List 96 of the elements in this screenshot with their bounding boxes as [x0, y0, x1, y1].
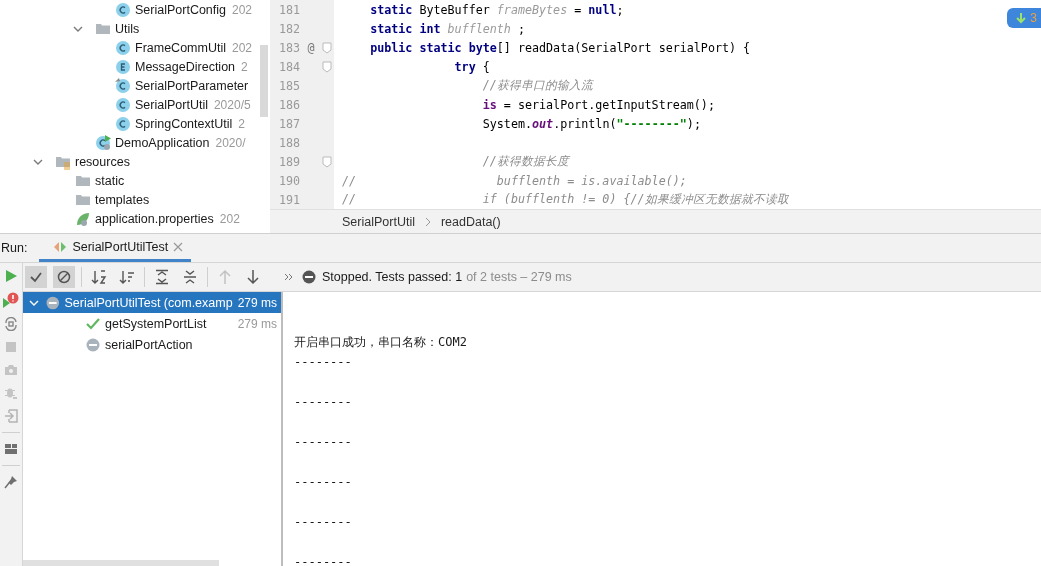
- rerun-failed-icon[interactable]: [3, 292, 19, 308]
- console-line: 开启串口成功，串口名称：COM2: [294, 334, 467, 351]
- line-number: 184: [277, 59, 300, 74]
- line-number: 186: [277, 97, 300, 112]
- test-duration: 279 ms: [237, 316, 278, 331]
- class-icon: [115, 115, 131, 132]
- layout-icon[interactable]: [4, 442, 18, 456]
- tree-item[interactable]: static: [95, 173, 125, 188]
- check-icon: [86, 316, 100, 331]
- line-number: 191: [277, 192, 300, 207]
- file-date: 2: [241, 59, 248, 74]
- chevron-icon: [424, 216, 431, 227]
- override-marker[interactable]: @: [307, 40, 315, 55]
- console-line: --------: [294, 354, 352, 371]
- scrollbar-thumb[interactable]: [260, 45, 268, 117]
- console-line: --------: [294, 514, 352, 531]
- tree-item[interactable]: application.properties: [95, 211, 214, 226]
- tree-item[interactable]: SerialPortUtil: [135, 97, 208, 112]
- tree-item[interactable]: templates: [95, 192, 150, 207]
- code-line: try {: [453, 59, 490, 74]
- import-icon[interactable]: [4, 409, 18, 423]
- tree-item[interactable]: DemoApplication: [115, 135, 210, 150]
- file-date: 2: [238, 116, 245, 131]
- code-line: //获得串口的输入流: [481, 78, 593, 93]
- file-date: 202: [219, 211, 240, 226]
- line-number: 183: [277, 40, 300, 55]
- class-icon: [115, 39, 131, 56]
- class-icon: [115, 77, 131, 94]
- tree-item[interactable]: SerialPortParameter: [135, 78, 249, 93]
- test-summary-detail: of 2 tests – 279 ms: [466, 270, 572, 284]
- test-row[interactable]: getSystemPortList 279 ms: [23, 313, 281, 334]
- code-line: is = serialPort.getInputStream();: [481, 97, 715, 112]
- tree-item[interactable]: MessageDirection: [135, 59, 236, 74]
- console-line: --------: [294, 474, 352, 491]
- class-run-icon: [95, 134, 111, 151]
- code-line: //获得数据长度: [481, 154, 569, 169]
- tree-item[interactable]: resources: [75, 154, 130, 169]
- line-number: 182: [277, 21, 300, 36]
- fold-icon[interactable]: [322, 60, 332, 73]
- code-line: // bufflenth = is.available();: [341, 173, 687, 188]
- collapse-all-icon[interactable]: [182, 269, 198, 285]
- scrollbar-thumb[interactable]: [23, 560, 219, 566]
- file-date: 202: [232, 2, 253, 17]
- line-number: 188: [277, 135, 300, 150]
- line-number: 189: [277, 154, 300, 169]
- console-line: --------: [294, 554, 352, 566]
- down-arrow-icon[interactable]: [245, 269, 261, 285]
- stopped-icon: [302, 270, 316, 284]
- update-count: 3: [1030, 11, 1037, 25]
- code-line: System.out.println("--------");: [481, 116, 701, 131]
- file-date: 2020/: [215, 135, 246, 150]
- test-summary: Stopped. Tests passed: 1: [322, 270, 463, 284]
- class-icon: [115, 1, 131, 18]
- console-line: --------: [294, 394, 352, 411]
- no-entry-icon: [57, 270, 71, 284]
- tree-item[interactable]: SerialPortConfig: [135, 2, 226, 17]
- line-number: 185: [277, 78, 300, 93]
- tree-item[interactable]: FrameCommUtil: [135, 40, 226, 55]
- code-line: public static byte[] readData(SerialPort serialPort) {: [369, 40, 751, 55]
- line-number: 187: [277, 116, 300, 131]
- file-date: 2020/5: [213, 97, 251, 112]
- fold-icon[interactable]: [322, 41, 332, 54]
- pin-icon[interactable]: [4, 475, 18, 489]
- test-duration: 279 ms: [237, 295, 278, 310]
- file-date: 202: [232, 40, 252, 55]
- line-number: 181: [277, 2, 300, 17]
- tree-item[interactable]: Utils: [115, 21, 140, 36]
- stopped-icon: [46, 295, 60, 310]
- fold-icon[interactable]: [322, 155, 332, 168]
- breadcrumb[interactable]: readData(): [440, 214, 501, 229]
- console-line: --------: [294, 434, 352, 451]
- code-line: static ByteBuffer frameBytes = null;: [369, 2, 624, 17]
- close-icon[interactable]: [173, 241, 184, 252]
- tree-item[interactable]: SpringContextUtil: [135, 116, 233, 131]
- test-row[interactable]: SerialPortUtilTest (com.examp 279 ms: [23, 292, 281, 313]
- enum-icon: [115, 58, 131, 75]
- show-ignored-button[interactable]: [53, 266, 75, 288]
- more-icon[interactable]: [284, 273, 294, 281]
- play-icon[interactable]: [4, 269, 18, 283]
- line-number: 190: [277, 173, 300, 188]
- leaf-file-icon: [75, 210, 91, 227]
- sort-alphabetical-icon[interactable]: [91, 269, 107, 285]
- sort-duration-icon[interactable]: [119, 269, 135, 285]
- panel-title: Run:: [0, 240, 29, 257]
- breadcrumb[interactable]: SerialPortUtil: [342, 214, 415, 229]
- code-line: static int bufflenth ;: [369, 21, 525, 36]
- toggle-rerun-icon[interactable]: [4, 317, 18, 331]
- class-icon: [115, 96, 131, 113]
- check-icon: [29, 270, 43, 284]
- stopped-icon: [86, 337, 100, 352]
- expand-all-icon[interactable]: [154, 269, 170, 285]
- show-passed-button[interactable]: [25, 266, 47, 288]
- code-line: // if (bufflenth != 0) {//如果缓冲区无数据就不读取: [341, 192, 789, 207]
- test-row[interactable]: serialPortAction: [23, 334, 281, 355]
- test-run-icon: [53, 239, 68, 254]
- down-arrow-icon: [1015, 12, 1028, 24]
